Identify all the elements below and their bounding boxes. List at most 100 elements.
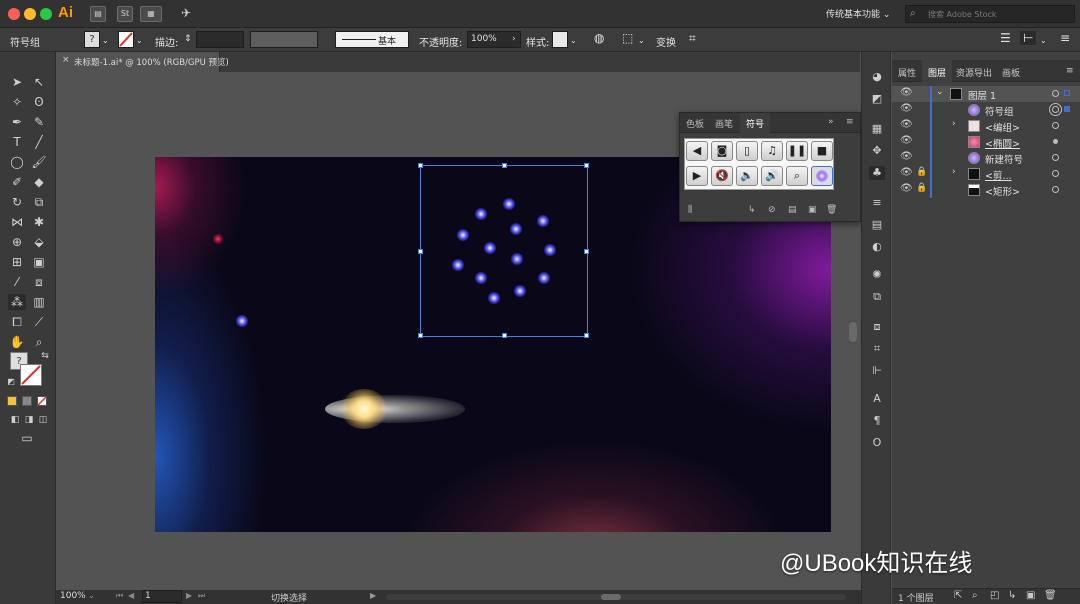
status-mode[interactable]: 切换选择 [271, 591, 307, 604]
symbol-stop-icon[interactable]: ■ [811, 141, 833, 161]
pathfinder-panel-icon[interactable]: ⊩ [869, 364, 885, 378]
selection-indicator[interactable] [1064, 106, 1070, 112]
resize-handle[interactable] [584, 333, 589, 338]
transform-panel-icon[interactable]: ⧈ [869, 320, 885, 334]
stock-icon[interactable]: St [117, 6, 133, 22]
tab-artboards[interactable]: 画板 [1002, 66, 1020, 79]
appearance-panel-icon[interactable]: ✺ [869, 268, 885, 282]
bridge-icon[interactable]: ▤ [90, 6, 106, 22]
chevron-down-icon[interactable]: ⌄ [402, 36, 409, 45]
locate-object-icon[interactable]: ⌕ [972, 590, 978, 601]
tab-swatches[interactable]: 色板 [686, 117, 704, 130]
target-circle-icon[interactable] [1053, 139, 1058, 144]
target-circle-icon[interactable] [1052, 90, 1059, 97]
resize-handle[interactable] [418, 333, 423, 338]
resize-handle[interactable] [584, 249, 589, 254]
target-circle-icon[interactable] [1052, 154, 1059, 161]
first-artboard-icon[interactable]: ⏮ [116, 591, 123, 601]
artboard-tool-icon[interactable]: ⧠ [8, 314, 26, 330]
shaper-tool-icon[interactable]: ✐ [8, 174, 26, 190]
character-panel-icon[interactable]: A [869, 392, 885, 406]
gradient-panel-icon[interactable]: ▤ [869, 218, 885, 232]
target-circle-icon[interactable] [1052, 106, 1059, 113]
chevron-right-icon[interactable]: › [952, 167, 956, 177]
new-sublayer-icon[interactable]: ↳ [1008, 590, 1016, 601]
panel-menu-icon[interactable]: ≡ [846, 117, 854, 127]
visibility-eye-icon[interactable]: 👁 [900, 103, 913, 114]
line-tool-icon[interactable]: ╱ [30, 134, 48, 150]
stroke-panel-icon[interactable]: ≡ [869, 196, 885, 210]
shape-builder-tool-icon[interactable]: ⊕ [8, 234, 26, 250]
width-tool-icon[interactable]: ⋈ [8, 214, 26, 230]
eyedropper-tool-icon[interactable]: ⁄ [8, 274, 26, 290]
resize-handle[interactable] [584, 163, 589, 168]
resize-handle[interactable] [502, 333, 507, 338]
scale-tool-icon[interactable]: ⧉ [30, 194, 48, 210]
color-panel-icon[interactable]: ◕ [869, 70, 885, 84]
type-tool-icon[interactable]: T [8, 134, 26, 150]
clipping-mask-icon[interactable]: ◰ [990, 590, 999, 601]
layer-name[interactable]: <剪... [985, 168, 1012, 182]
tab-brushes[interactable]: 画笔 [715, 117, 733, 130]
delete-symbol-icon[interactable]: 🗑 [826, 205, 837, 215]
layer-row[interactable]: 👁 ⌄ 图层 1 [892, 86, 1080, 102]
chevron-down-icon[interactable]: ⌄ [936, 87, 944, 97]
screen-mode-icon[interactable]: ▭ [18, 430, 36, 446]
layer-row[interactable]: 👁 <椭圆> [892, 134, 1080, 150]
default-fill-stroke-icon[interactable]: ◩ [2, 374, 20, 390]
new-layer-icon[interactable]: ▣ [1026, 590, 1035, 601]
resize-handle[interactable] [418, 249, 423, 254]
vertical-scrollbar-thumb[interactable] [849, 322, 857, 342]
draw-inside-icon[interactable]: ◫ [34, 412, 52, 428]
chevron-right-icon[interactable]: › [952, 119, 956, 129]
symbol-film-icon[interactable]: ▯ [736, 141, 758, 161]
paintbrush-tool-icon[interactable]: 🖌 [30, 154, 48, 170]
minimize-window-button[interactable] [24, 8, 36, 20]
fill-swatch[interactable]: ? [84, 31, 100, 48]
symbol-play-icon[interactable]: ▶ [686, 166, 708, 186]
tab-asset-export[interactable]: 资源导出 [956, 66, 992, 79]
maximize-window-button[interactable] [40, 8, 52, 20]
stroke-stepper-icon[interactable]: ⇕ [184, 34, 192, 44]
symbol-arrow-left-icon[interactable]: ◀ [686, 141, 708, 161]
stroke-swatch[interactable] [118, 31, 134, 48]
align-icon[interactable]: ⬚ [622, 31, 633, 45]
symbol-sprayer-tool-icon[interactable]: ⁂ [8, 294, 26, 310]
symbol-camera-icon[interactable]: ◙ [711, 141, 733, 161]
horizontal-scrollbar-thumb[interactable] [601, 594, 621, 600]
tab-layers[interactable]: 图层 [922, 60, 953, 82]
graphic-styles-icon[interactable]: ⧉ [869, 290, 885, 304]
curvature-tool-icon[interactable]: ✎ [30, 114, 48, 130]
color-guide-icon[interactable]: ◩ [869, 92, 885, 106]
visibility-eye-icon[interactable]: 👁 [900, 167, 913, 178]
symbol-libraries-icon[interactable]: ⫼ [688, 205, 692, 215]
rotate-tool-icon[interactable]: ↻ [8, 194, 26, 210]
last-artboard-icon[interactable]: ⏭ [198, 591, 205, 601]
opacity-input[interactable]: 100% › [467, 31, 521, 48]
layer-name[interactable]: 新建符号 [985, 152, 1023, 166]
transform-button[interactable]: 变换 [656, 34, 676, 49]
pen-tool-icon[interactable]: ✒ [8, 114, 26, 130]
recolor-artwork-icon[interactable]: ◍ [594, 31, 604, 45]
graphic-style-swatch[interactable] [552, 31, 568, 48]
next-artboard-icon[interactable]: ▶ [186, 591, 192, 600]
chevron-down-icon[interactable]: ⌄ [638, 36, 645, 45]
color-mode-button[interactable] [7, 396, 17, 406]
tab-symbols[interactable]: 符号 [740, 113, 771, 133]
symbol-volume-high-icon[interactable]: 🔊 [761, 166, 783, 186]
symbol-magnifier-icon[interactable]: ⌕ [786, 166, 808, 186]
direct-selection-tool-icon[interactable]: ↖ [30, 74, 48, 90]
layer-name[interactable]: <椭圆> [985, 136, 1020, 150]
selection-bounding-box[interactable] [418, 163, 589, 338]
target-circle-icon[interactable] [1052, 170, 1059, 177]
close-tab-icon[interactable]: × [62, 55, 70, 65]
eraser-tool-icon[interactable]: ◆ [30, 174, 48, 190]
paragraph-panel-icon[interactable]: ¶ [869, 414, 885, 428]
chevron-down-icon[interactable]: ⌄ [88, 591, 95, 600]
brushes-panel-icon[interactable]: ✥ [869, 144, 885, 158]
column-graph-tool-icon[interactable]: ▥ [30, 294, 48, 310]
horizontal-scrollbar[interactable] [386, 594, 846, 600]
symbol-volume-low-icon[interactable]: 🔈 [736, 166, 758, 186]
arrange-panels-icon[interactable]: ⊢ [1020, 31, 1037, 45]
selection-tool-icon[interactable]: ➤ [8, 74, 26, 90]
